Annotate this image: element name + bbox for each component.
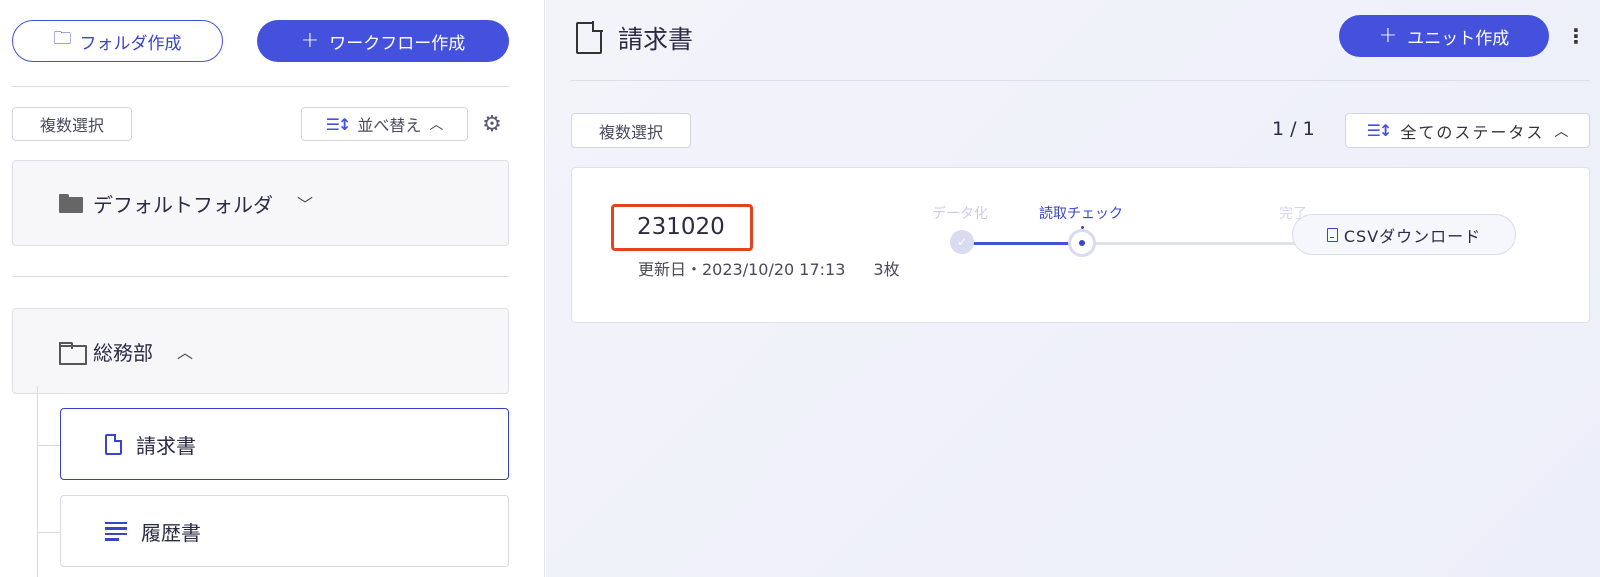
unit-meta: 更新日・2023/10/20 17:13 3枚	[638, 256, 900, 280]
tree-line	[37, 386, 38, 577]
pagination-text: 1 / 1	[1272, 118, 1315, 140]
status-filter-button[interactable]: ☰↕ 全てのステータス ︿	[1345, 113, 1590, 148]
multi-select-label: 複数選択	[598, 122, 663, 142]
page-title-text: 請求書	[618, 25, 694, 54]
multi-select-button[interactable]: 複数選択	[12, 107, 132, 141]
main-panel: 請求書 + ユニット作成 ⋮ 複数選択 1 / 1 ☰↕ 全てのステータス ︿ …	[546, 0, 1600, 577]
document-icon	[576, 21, 603, 54]
workflow-item-invoice[interactable]: 請求書	[60, 408, 509, 480]
folder-plus-icon: 🗀	[53, 28, 72, 49]
create-unit-label: ユニット作成	[1407, 28, 1510, 49]
tree-line	[37, 445, 60, 446]
create-unit-button[interactable]: + ユニット作成	[1339, 15, 1549, 57]
sort-button[interactable]: ☰↕ 並べ替え ︿	[301, 107, 468, 141]
folder-icon	[59, 193, 83, 213]
gear-icon[interactable]: ⚙	[480, 113, 504, 137]
csv-download-label: CSVダウンロード	[1343, 226, 1482, 246]
chevron-up-icon: ︿	[1554, 123, 1569, 140]
multi-select-label: 複数選択	[39, 116, 104, 135]
document-icon	[105, 433, 122, 455]
workflow-item-resume[interactable]: 履歴書	[60, 495, 509, 567]
folder-open-icon	[59, 341, 87, 365]
divider	[571, 80, 1590, 81]
page-count: 3枚	[873, 260, 900, 279]
sort-icon: ☰↕	[325, 114, 352, 134]
sidebar: 🗀 フォルダ作成 + ワークフロー作成 複数選択 ☰↕ 並べ替え ︿ ⚙ デフォ…	[0, 0, 545, 577]
step-label-check: 読取チェック	[1039, 206, 1123, 222]
multi-select-button[interactable]: 複数選択	[571, 113, 691, 148]
chevron-down-icon[interactable]: ﹀	[297, 191, 313, 215]
workflow-name: 請求書	[136, 433, 196, 458]
folder-item-soumu[interactable]: 総務部 ︿	[12, 308, 509, 394]
chevron-up-icon[interactable]: ︿	[177, 339, 193, 363]
status-filter-label: 全てのステータス	[1400, 122, 1545, 142]
csv-download-button[interactable]: CSVダウンロード	[1292, 214, 1516, 255]
unit-card[interactable]: 231020 更新日・2023/10/20 17:13 3枚 データ化 読取チェ…	[571, 167, 1590, 323]
step-track-complete	[972, 242, 1082, 245]
sort-label: 並べ替え	[357, 116, 422, 135]
lines-icon	[105, 521, 127, 541]
chevron-up-icon: ︿	[429, 117, 444, 133]
unit-name[interactable]: 231020	[637, 214, 725, 240]
updated-date: 更新日・2023/10/20 17:13	[638, 260, 846, 279]
divider	[12, 276, 509, 277]
current-step-indicator	[1068, 226, 1096, 257]
create-workflow-button[interactable]: + ワークフロー作成	[257, 20, 509, 62]
step-track-pending	[1082, 242, 1302, 245]
page-title: 請求書	[576, 20, 693, 56]
tree-line	[37, 532, 60, 533]
create-workflow-label: ワークフロー作成	[329, 33, 466, 54]
create-folder-button[interactable]: 🗀 フォルダ作成	[12, 20, 223, 62]
workflow-name: 履歴書	[141, 520, 201, 545]
more-options-icon[interactable]: ⋮	[1566, 24, 1586, 48]
download-file-icon	[1326, 227, 1338, 242]
folder-item-default[interactable]: デフォルトフォルダ ﹀	[12, 160, 509, 246]
create-folder-label: フォルダ作成	[79, 33, 182, 54]
plus-icon: +	[1378, 23, 1398, 48]
check-icon: ✓	[950, 230, 974, 254]
sort-icon: ☰↕	[1366, 121, 1393, 140]
divider	[12, 86, 509, 87]
folder-name: 総務部	[93, 340, 153, 365]
plus-icon: +	[300, 28, 320, 53]
folder-name: デフォルトフォルダ	[93, 192, 273, 217]
step-label-digitize: データ化	[932, 206, 988, 222]
